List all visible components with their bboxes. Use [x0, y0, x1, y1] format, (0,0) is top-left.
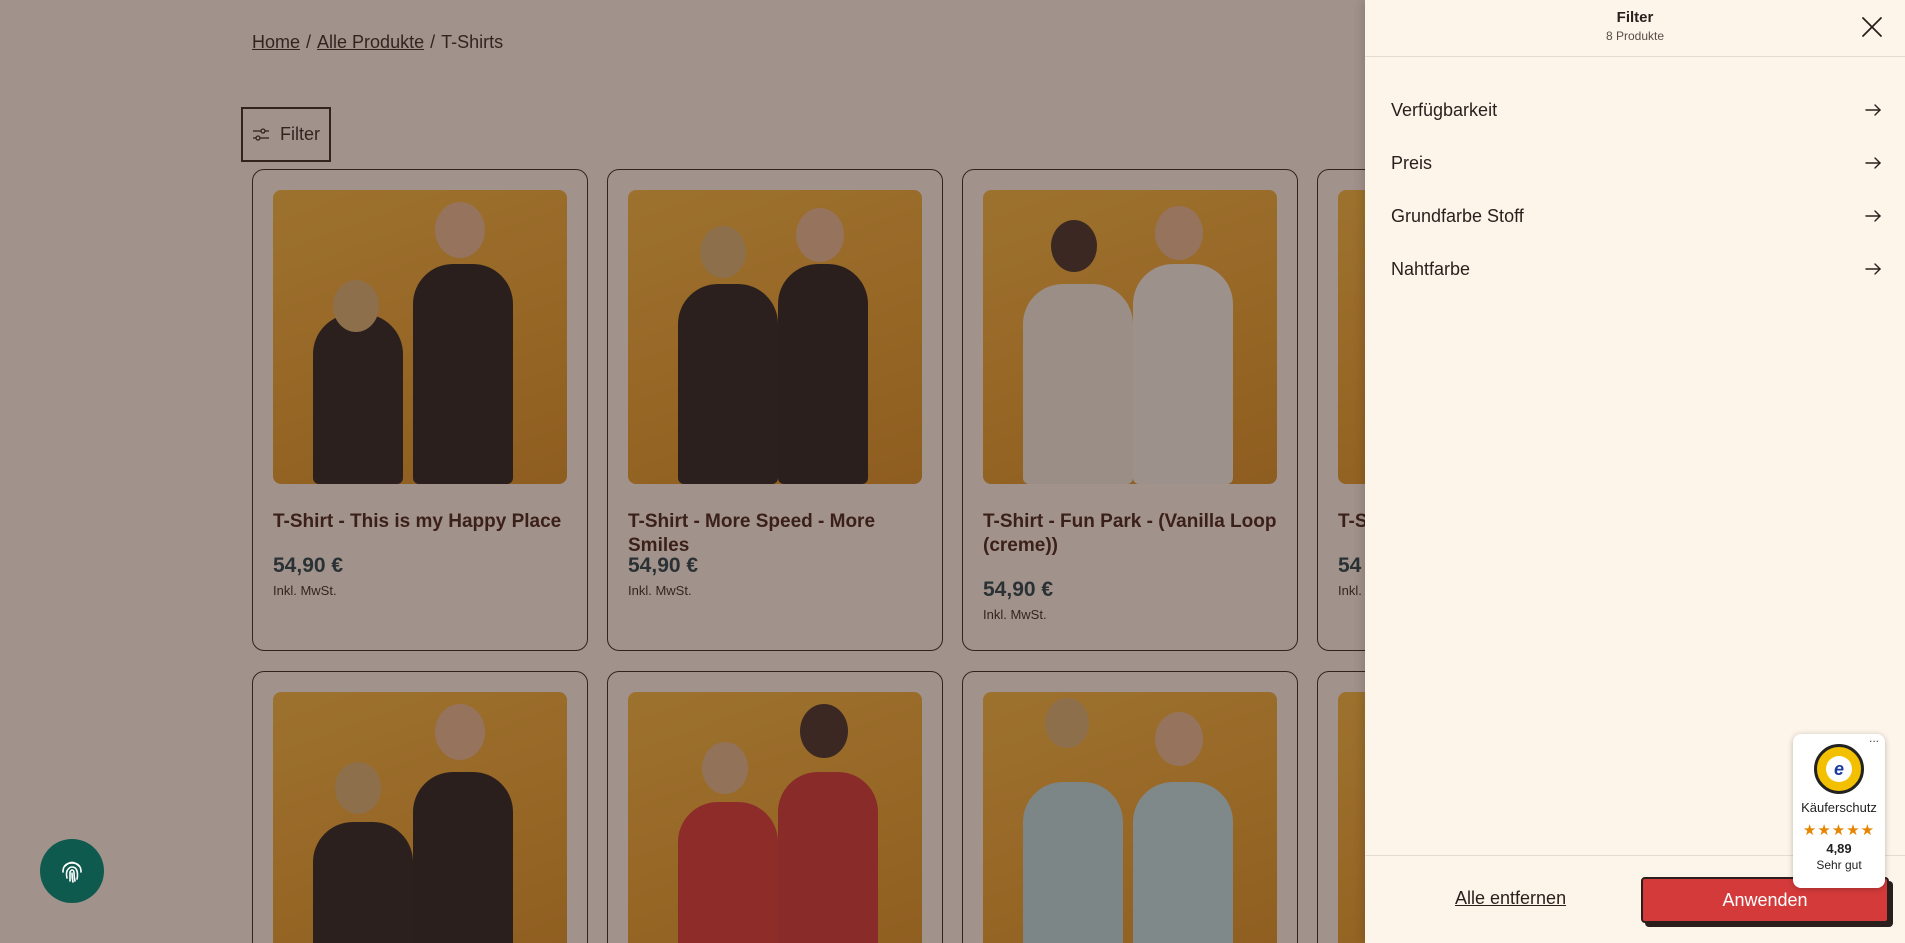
filter-item-seam-color[interactable]: Nahtfarbe	[1391, 254, 1881, 284]
modal-backdrop[interactable]	[0, 0, 1365, 943]
rating-score: 4,89	[1826, 841, 1852, 856]
badge-label: Käuferschutz	[1801, 800, 1877, 815]
filter-item-label: Grundfarbe Stoff	[1391, 205, 1524, 226]
arrow-right-icon	[1865, 263, 1881, 275]
filter-item-base-color[interactable]: Grundfarbe Stoff	[1391, 201, 1881, 231]
close-icon	[1862, 17, 1882, 37]
drawer-title: Filter	[1616, 9, 1654, 26]
filter-item-label: Nahtfarbe	[1391, 258, 1471, 279]
filter-item-availability[interactable]: Verfügbarkeit	[1391, 95, 1881, 125]
close-button[interactable]	[1859, 14, 1885, 40]
fingerprint-icon	[62, 861, 82, 883]
product-count: 8 Produkte	[1605, 29, 1665, 43]
drawer-header: Filter 8 Produkte	[1365, 0, 1905, 57]
trusted-shops-seal-icon: e	[1814, 744, 1864, 794]
arrow-right-icon	[1865, 104, 1881, 116]
more-options-icon[interactable]: ...	[1869, 731, 1879, 745]
rating-grade: Sehr gut	[1816, 858, 1862, 872]
rating-stars: ★★★★★	[1802, 822, 1876, 839]
arrow-right-icon	[1865, 157, 1881, 169]
cookie-settings-button[interactable]	[40, 839, 104, 903]
remove-all-button[interactable]: Alle entfernen	[1455, 888, 1566, 909]
page: Home / Alle Produkte / T-Shirts Filter T-Shi…	[0, 0, 1905, 943]
filter-item-price[interactable]: Preis	[1391, 148, 1881, 178]
arrow-right-icon	[1865, 210, 1881, 222]
filter-item-label: Verfügbarkeit	[1391, 99, 1498, 120]
filter-item-label: Preis	[1391, 152, 1433, 173]
trusted-shops-badge[interactable]: ... e Käuferschutz ★★★★★ 4,89 Sehr gut	[1793, 731, 1885, 888]
